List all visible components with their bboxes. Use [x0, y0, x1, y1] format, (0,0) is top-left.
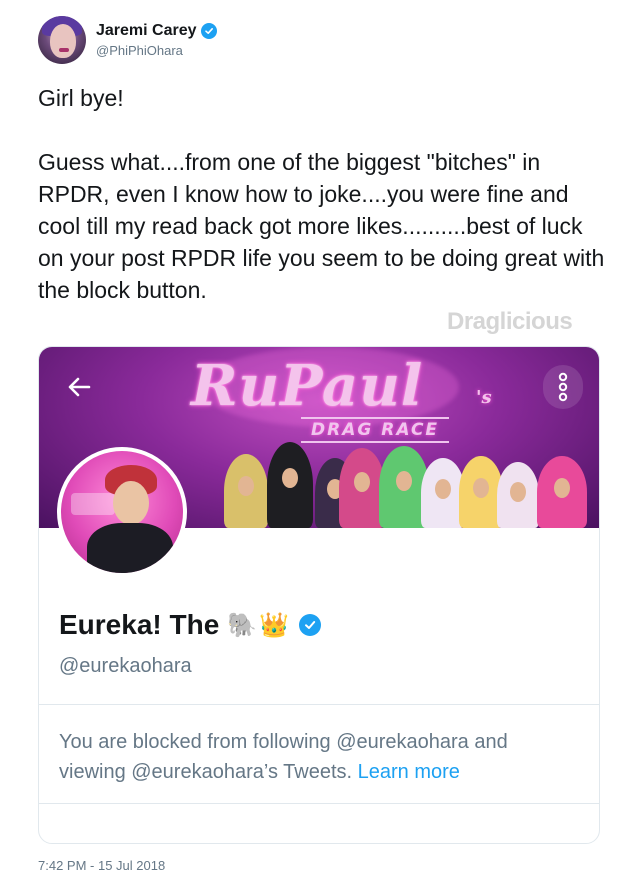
tweet-timestamp[interactable]: 7:42 PM - 15 Jul 2018	[38, 858, 165, 873]
back-button[interactable]	[59, 367, 99, 407]
blocked-message: You are blocked from following @eurekaoh…	[59, 727, 579, 787]
banner-logo-suffix: 's	[476, 387, 492, 408]
vertical-dots-icon	[558, 372, 568, 402]
verified-badge-icon	[299, 614, 322, 636]
crown-emoji-icon: 👑	[259, 611, 290, 639]
banner-logo: RuPaul	[191, 353, 424, 419]
profile-display-name: Eureka! The	[59, 609, 220, 640]
tweet-body: Girl bye! Guess what....from one of the …	[38, 82, 608, 306]
verified-badge-icon	[200, 23, 217, 39]
profile-name-row: Eureka! The 🐘 👑	[59, 609, 322, 641]
tweet-line-1: Girl bye!	[38, 85, 124, 111]
tweet-line-2: Guess what....from one of the biggest "b…	[38, 149, 605, 303]
profile-avatar[interactable]	[57, 447, 187, 577]
embedded-profile-screenshot[interactable]: RuPaul 's DRAG RACE Eureka! The 🐘 👑 @eur…	[38, 346, 600, 844]
watermark-logo: Draglicious	[447, 308, 573, 335]
learn-more-link[interactable]: Learn more	[358, 761, 460, 783]
author-identity: Jaremi Carey @PhiPhiOhara	[96, 22, 217, 58]
elephant-emoji-icon: 🐘	[227, 611, 258, 639]
arrow-left-icon	[68, 377, 91, 397]
author-handle[interactable]: @PhiPhiOhara	[96, 43, 217, 58]
author-avatar[interactable]	[38, 16, 86, 64]
author-name[interactable]: Jaremi Carey	[96, 22, 197, 40]
more-options-button[interactable]	[543, 365, 583, 409]
banner-subtitle: DRAG RACE	[301, 417, 450, 443]
profile-handle: @eurekaohara	[59, 655, 192, 677]
tweet-header: Jaremi Carey @PhiPhiOhara	[38, 14, 217, 66]
divider	[39, 803, 599, 804]
divider	[39, 704, 599, 705]
